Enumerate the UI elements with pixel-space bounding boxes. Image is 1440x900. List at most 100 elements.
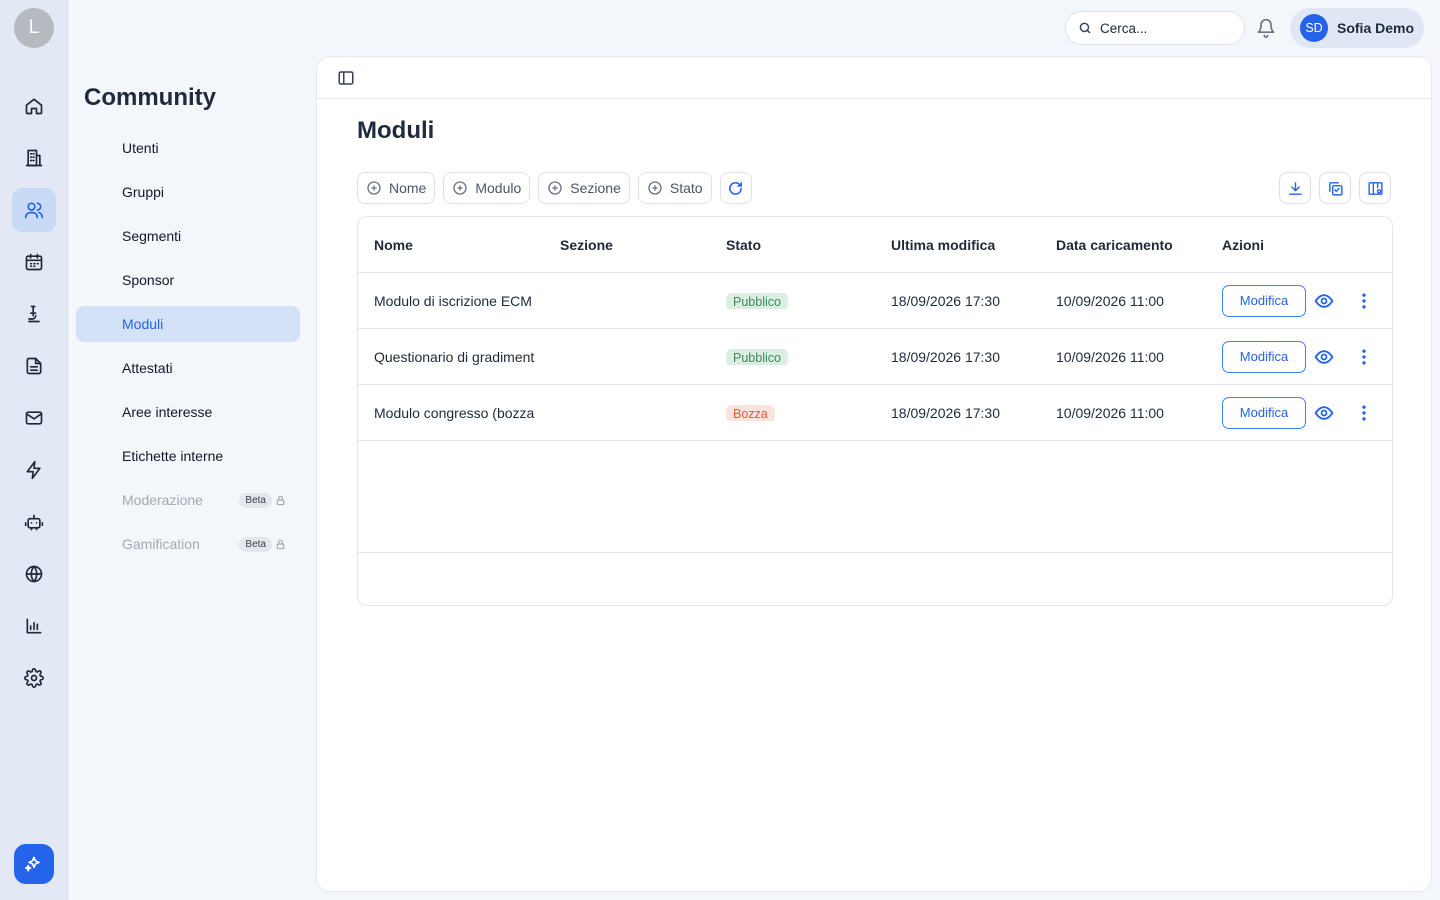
table-header-row: Nome Sezione Stato Ultima modifica Data …	[358, 217, 1392, 273]
user-menu[interactable]: SD Sofia Demo	[1290, 8, 1424, 48]
filter-bar: Nome Modulo Sezione Stato	[357, 172, 752, 204]
plus-circle-icon	[648, 181, 662, 195]
columns-settings-icon	[1367, 181, 1383, 195]
col-azioni: Azioni	[1222, 236, 1264, 253]
sidebar-item-sponsor[interactable]: Sponsor	[76, 262, 300, 298]
edit-button[interactable]: Modifica	[1222, 396, 1306, 429]
col-stato[interactable]: Stato	[726, 237, 761, 253]
download-icon	[1288, 181, 1302, 195]
globe-icon[interactable]	[12, 552, 56, 596]
workspace-avatar[interactable]: L	[14, 8, 54, 48]
sidebar-item-gamification: Gamification Beta	[76, 526, 300, 562]
col-sezione[interactable]: Sezione	[560, 237, 613, 253]
sidebar-item-attestati[interactable]: Attestati	[76, 350, 300, 386]
sidebar-item-segmenti[interactable]: Segmenti	[76, 218, 300, 254]
sparkles-icon	[25, 856, 40, 872]
table-row[interactable]: Modulo congresso (bozza Bozza 18/09/2026…	[358, 385, 1392, 441]
users-icon[interactable]	[12, 188, 56, 232]
cell-stato: Pubblico	[726, 292, 788, 309]
cell-azioni: Modifica	[1222, 396, 1374, 429]
lock-icon	[276, 539, 285, 549]
cell-data-caricamento: 10/09/2026 11:00	[1056, 292, 1164, 309]
lightning-icon[interactable]	[12, 448, 56, 492]
moduli-table: Nome Sezione Stato Ultima modifica Data …	[357, 216, 1393, 606]
download-button[interactable]	[1279, 172, 1311, 204]
sidebar-item-moduli[interactable]: Moduli	[76, 306, 300, 342]
col-data-caricamento[interactable]: Data caricamento	[1056, 237, 1173, 253]
microscope-icon[interactable]	[12, 292, 56, 336]
page-title: Moduli	[357, 117, 435, 144]
global-search[interactable]	[1065, 11, 1245, 45]
eye-icon[interactable]	[1314, 347, 1334, 367]
status-badge: Bozza	[726, 404, 775, 421]
col-nome[interactable]: Nome	[374, 237, 546, 253]
table-footer	[358, 552, 1392, 605]
filter-stato[interactable]: Stato	[637, 172, 712, 204]
cell-nome: Modulo di iscrizione ECM	[374, 292, 532, 309]
refresh-icon	[729, 181, 743, 195]
refresh-button[interactable]	[719, 172, 752, 204]
status-badge: Pubblico	[726, 292, 788, 309]
sidebar-item-utenti[interactable]: Utenti	[76, 130, 300, 166]
more-vertical-icon[interactable]	[1354, 291, 1374, 311]
cell-ultima-modifica: 18/09/2026 17:30	[891, 292, 1000, 309]
sidebar-toggle-icon[interactable]	[337, 69, 355, 87]
select-all-button[interactable]	[1319, 172, 1351, 204]
lock-icon	[276, 495, 285, 505]
beta-badge: Beta	[239, 492, 272, 508]
sidebar-title: Community	[84, 84, 216, 111]
beta-badge: Beta	[239, 536, 272, 552]
cell-azioni: Modifica	[1222, 284, 1374, 317]
table-row[interactable]: Modulo di iscrizione ECM Pubblico 18/09/…	[358, 273, 1392, 329]
filter-modulo[interactable]: Modulo	[443, 172, 531, 204]
ai-assistant-button[interactable]	[14, 844, 54, 884]
plus-circle-icon	[548, 181, 562, 195]
home-icon[interactable]	[12, 84, 56, 128]
community-sidebar: Community Utenti Gruppi Segmenti Sponsor…	[68, 0, 316, 900]
plus-circle-icon	[367, 181, 381, 195]
search-icon	[1079, 22, 1091, 34]
table-tools	[1279, 172, 1391, 204]
gear-icon[interactable]	[12, 656, 56, 700]
status-badge: Pubblico	[726, 348, 788, 365]
edit-button[interactable]: Modifica	[1222, 340, 1306, 373]
calendar-icon[interactable]	[12, 240, 56, 284]
chart-icon[interactable]	[12, 604, 56, 648]
panel-header	[317, 57, 1431, 99]
main-panel: Moduli Nome Modulo Sezione Stato Nome Se…	[316, 56, 1432, 892]
cell-ultima-modifica: 18/09/2026 17:30	[891, 404, 1000, 421]
sidebar-item-etichette-interne[interactable]: Etichette interne	[76, 438, 300, 474]
plus-circle-icon	[453, 181, 468, 195]
document-icon[interactable]	[12, 344, 56, 388]
filter-sezione[interactable]: Sezione	[538, 172, 630, 204]
cell-ultima-modifica: 18/09/2026 17:30	[891, 348, 1000, 365]
col-ultima-modifica[interactable]: Ultima modifica	[891, 237, 995, 253]
avatar: SD	[1300, 14, 1328, 42]
more-vertical-icon[interactable]	[1354, 403, 1374, 423]
columns-settings-button[interactable]	[1359, 172, 1391, 204]
robot-icon[interactable]	[12, 500, 56, 544]
edit-button[interactable]: Modifica	[1222, 284, 1306, 317]
sidebar-item-moderazione: Moderazione Beta	[76, 482, 300, 518]
eye-icon[interactable]	[1314, 403, 1334, 423]
sidebar-item-aree-interesse[interactable]: Aree interesse	[76, 394, 300, 430]
mail-icon[interactable]	[12, 396, 56, 440]
copy-check-icon	[1328, 181, 1343, 196]
cell-stato: Bozza	[726, 404, 775, 421]
cell-azioni: Modifica	[1222, 340, 1374, 373]
cell-nome: Modulo congresso (bozza	[374, 404, 535, 421]
building-icon[interactable]	[12, 136, 56, 180]
cell-nome: Questionario di gradiment	[374, 348, 535, 365]
user-name: Sofia Demo	[1337, 20, 1415, 36]
eye-icon[interactable]	[1314, 291, 1334, 311]
search-input[interactable]	[1100, 20, 1230, 36]
cell-data-caricamento: 10/09/2026 11:00	[1056, 404, 1164, 421]
bell-icon[interactable]	[1256, 18, 1276, 38]
more-vertical-icon[interactable]	[1354, 347, 1374, 367]
filter-nome[interactable]: Nome	[357, 172, 436, 204]
sidebar-item-gruppi[interactable]: Gruppi	[76, 174, 300, 210]
cell-stato: Pubblico	[726, 348, 788, 365]
icon-rail: L	[0, 0, 68, 900]
table-row[interactable]: Questionario di gradiment Pubblico 18/09…	[358, 329, 1392, 385]
cell-data-caricamento: 10/09/2026 11:00	[1056, 348, 1164, 365]
